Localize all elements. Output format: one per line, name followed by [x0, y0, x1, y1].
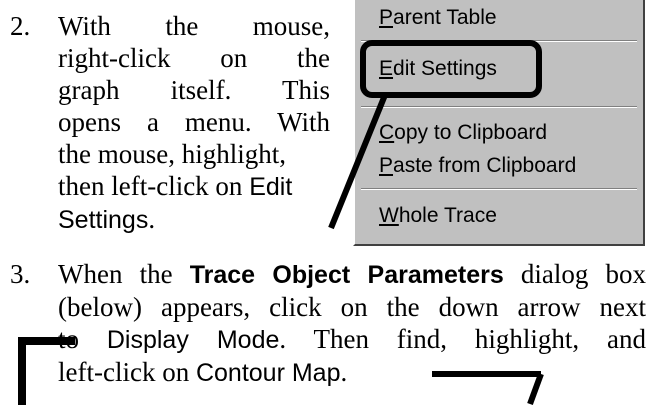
step-3-line: to Display Mode. Then find, highlight, a… [58, 323, 646, 356]
contour-map-keyword: Contour Map [195, 359, 341, 387]
display-mode-keyword: Display Mode [106, 326, 280, 354]
edit-settings-pointer-line [328, 93, 388, 230]
step-3-text-fragment: . Then find, highlight, and [279, 324, 646, 354]
step-3-text-fragment: dialog box [503, 259, 646, 289]
dialog-name: Trace Object Parameters [189, 261, 504, 289]
step-3-text-fragment: When the [58, 259, 190, 289]
step-3-line: (below) appears, click on the down arrow… [58, 292, 646, 322]
step-3-text-fragment: left-click on [58, 357, 196, 387]
step-3-line: left-click on Contour Map. [58, 356, 646, 389]
step-3-text: When the Trace Object Parameters dialog … [58, 258, 646, 389]
step-3-text-fragment: to [58, 324, 107, 354]
step-3-text-fragment: . [340, 357, 348, 387]
step-3-number: 3. [10, 259, 31, 289]
step-3-line: When the Trace Object Parameters dialog … [58, 258, 646, 291]
